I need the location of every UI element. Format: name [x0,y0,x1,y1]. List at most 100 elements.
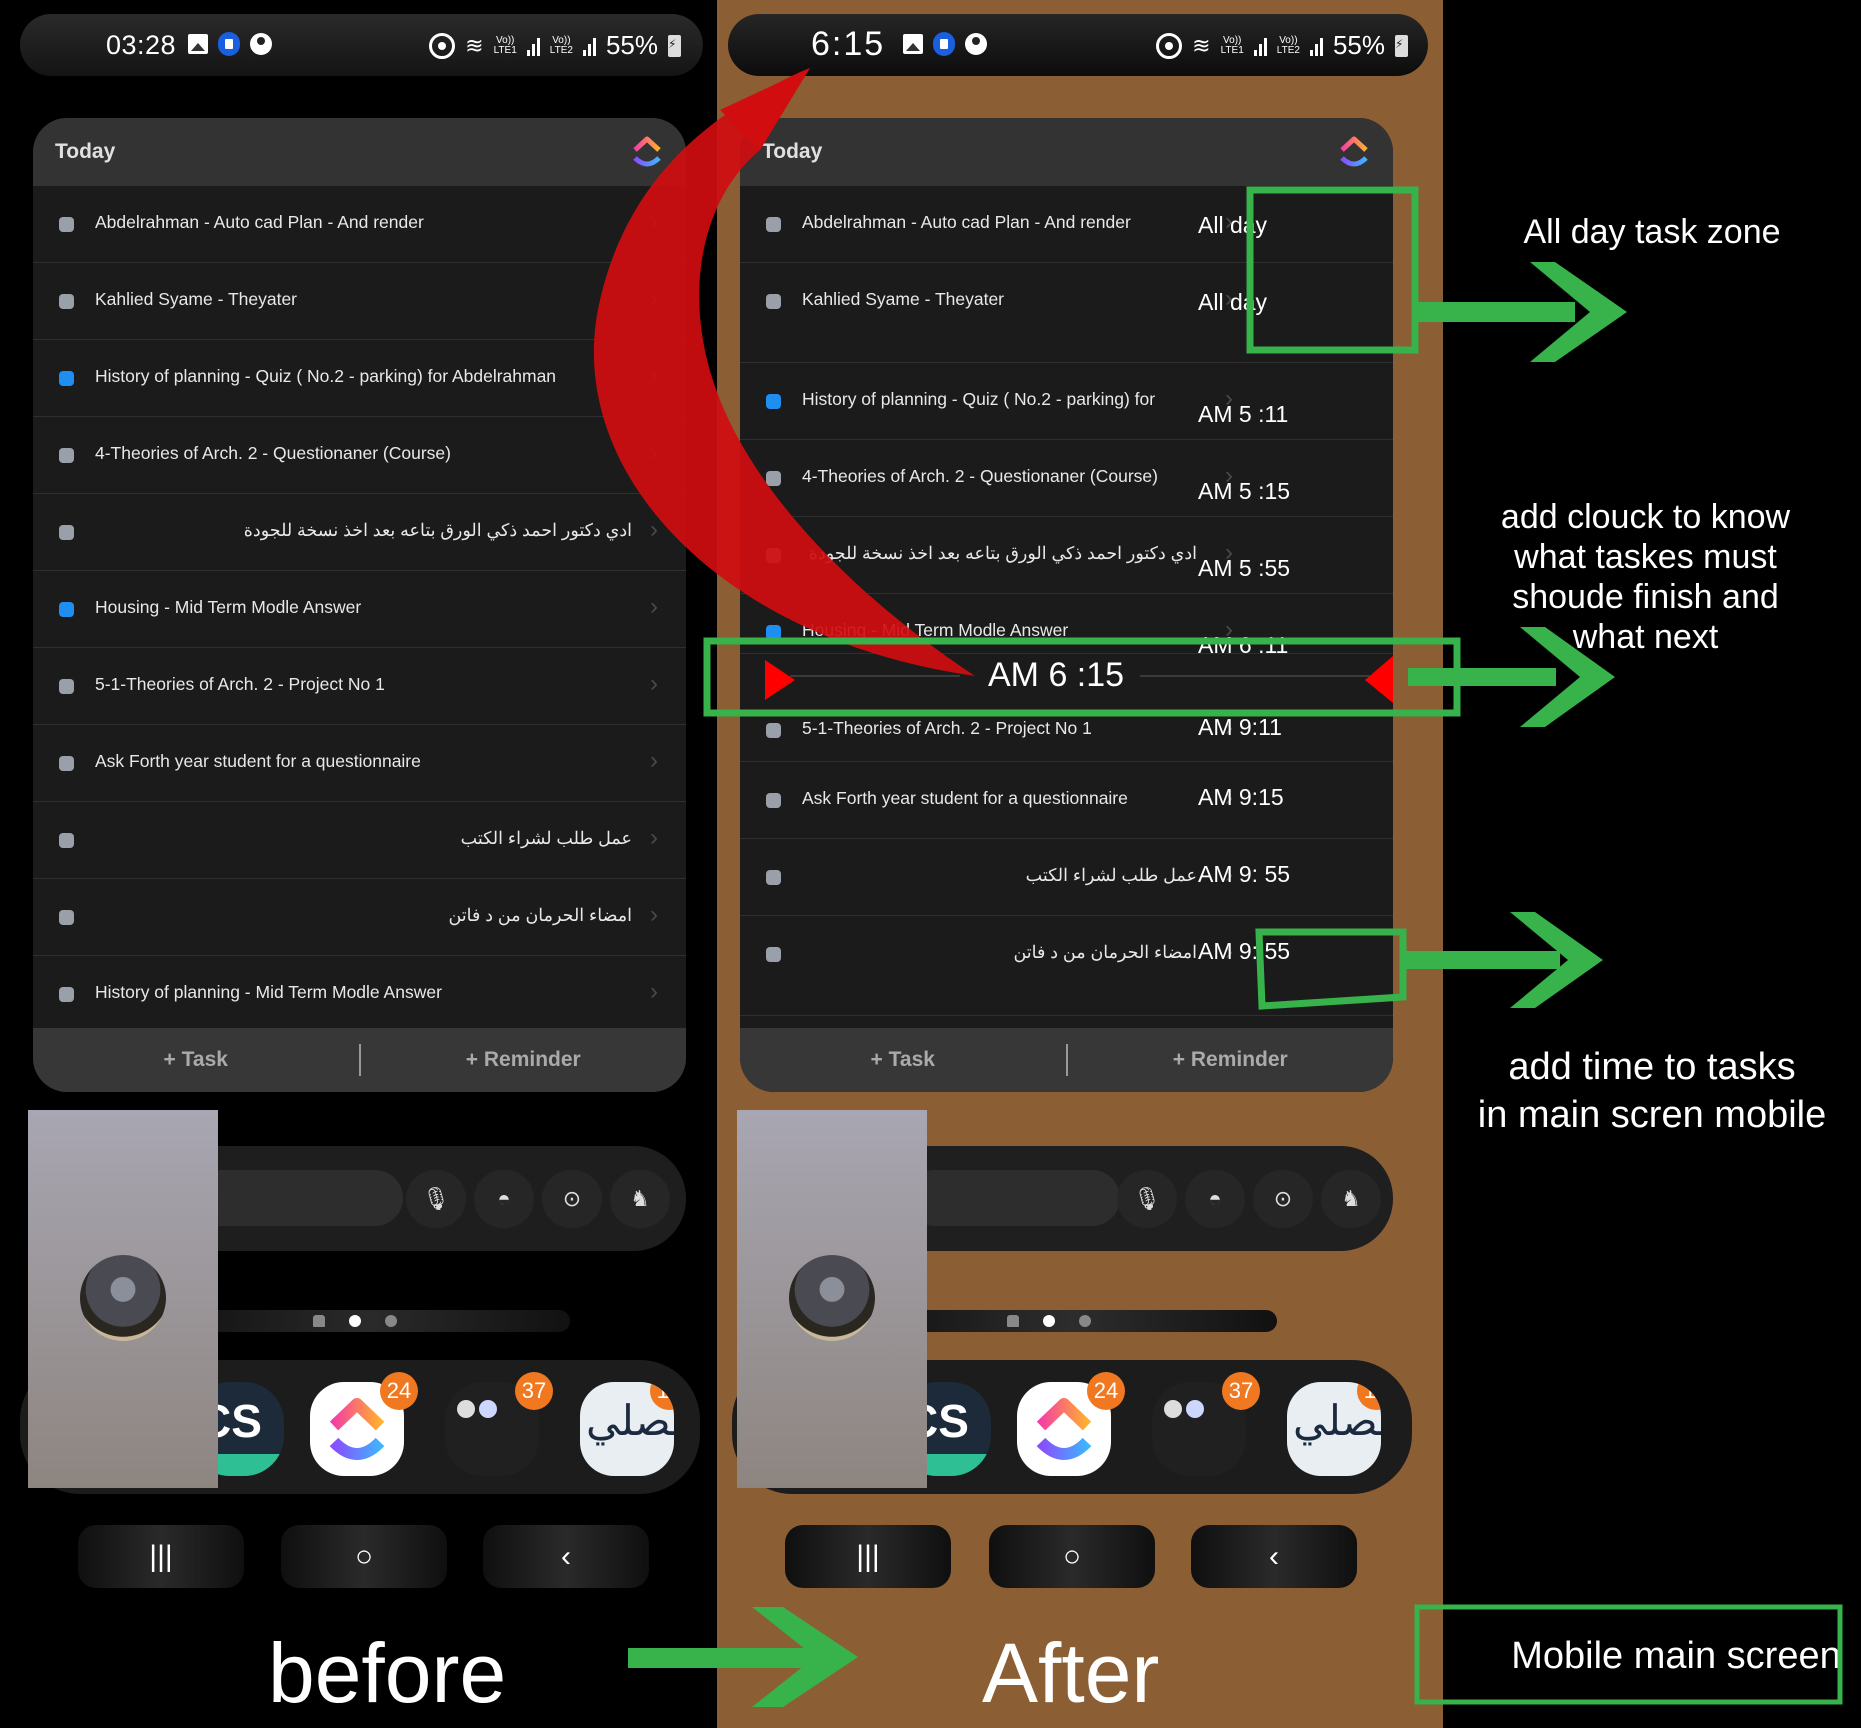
page-dot[interactable] [1079,1315,1091,1327]
search-widget: 🎙 ◓ ⊙ ♞ [150,1146,686,1251]
recents-button[interactable]: ||| [785,1525,951,1588]
task-row[interactable]: امضاء الحرمان من د فاتن › AM 9: 55 [740,916,1393,1016]
task-row[interactable]: عمل طلب لشراء الكتب › [33,802,686,879]
task-checkbox[interactable] [59,448,74,463]
add-task-button[interactable]: + Task [740,1048,1066,1072]
wifi-icon: ≋ [1192,32,1211,58]
add-reminder-button[interactable]: + Reminder [361,1048,687,1072]
task-checkbox[interactable] [59,371,74,386]
task-row[interactable]: History of planning - Mid Term Modle Ans… [33,956,686,1033]
task-label: History of planning - Quiz ( No.2 - park… [95,366,557,386]
add-task-button[interactable]: + Task [33,1048,359,1072]
task-row[interactable]: Ask Forth year student for a questionnai… [740,762,1393,839]
task-checkbox[interactable] [766,793,781,808]
task-checkbox[interactable] [766,394,781,409]
clickup-logo-icon[interactable] [1337,134,1371,170]
chevron-right-icon[interactable]: › [650,670,658,698]
battery-percent: 55% [605,30,658,60]
task-checkbox[interactable] [766,294,781,309]
task-row[interactable]: 4-Theories of Arch. 2 - Questionaner (Co… [33,417,686,494]
home-button[interactable]: ○ [989,1525,1155,1588]
chevron-right-icon[interactable]: › [650,901,658,929]
task-row[interactable]: عمل طلب لشراء الكتب › AM 9: 55 [740,839,1393,916]
task-row[interactable]: Abdelrahman - Auto cad Plan - And render… [740,186,1393,263]
task-time: AM 9:11 [1198,714,1282,740]
task-row[interactable]: Housing - Mid Term Modle Answer › [33,571,686,648]
task-checkbox[interactable] [59,217,74,232]
incognito-icon[interactable]: ◓ [1185,1170,1245,1228]
add-reminder-button[interactable]: + Reminder [1068,1048,1394,1072]
task-checkbox[interactable] [766,471,781,486]
task-row[interactable]: Housing - Mid Term Modle Answer › AM 6 :11 [740,594,1393,654]
task-row[interactable]: Abdelrahman - Auto cad Plan - And render… [33,186,686,263]
task-checkbox[interactable] [766,217,781,232]
page-dot[interactable] [385,1315,397,1327]
task-checkbox[interactable] [59,833,74,848]
home-page-dot[interactable] [313,1315,325,1327]
lens-icon[interactable]: ⊙ [542,1170,602,1228]
page-dot-active[interactable] [1043,1315,1055,1327]
task-row[interactable]: Kahlied Syame - Theyater › [33,263,686,340]
back-button[interactable]: ‹ [483,1525,649,1588]
task-checkbox[interactable] [59,294,74,309]
task-checkbox[interactable] [766,723,781,738]
task-row[interactable]: امضاء الحرمان من د فاتن › [33,879,686,956]
arabic-calligraphy-app[interactable]: المصلي 13 [580,1382,674,1476]
task-checkbox[interactable] [59,756,74,771]
incognito-icon[interactable]: ◓ [474,1170,534,1228]
app-folder[interactable]: 37 [1152,1372,1260,1476]
back-button[interactable]: ‹ [1191,1525,1357,1588]
page-dot-active[interactable] [349,1315,361,1327]
chevron-right-icon[interactable]: › [650,593,658,621]
mic-icon[interactable]: 🎙 [406,1170,466,1228]
clickup-app[interactable]: 24 [1017,1372,1125,1476]
task-checkbox[interactable] [59,602,74,617]
task-row[interactable]: ادي دكتور احمد ذكي الورق بتاعه بعد اخذ ن… [33,494,686,571]
today-widget: Today Abdelrahman - Auto cad Plan - And … [33,118,686,1092]
arabic-calligraphy-app[interactable]: المصلي 13 [1287,1382,1381,1476]
task-row[interactable]: 5-1-Theories of Arch. 2 - Project No 1 › A… [740,692,1393,762]
clickup-app[interactable]: 24 [310,1372,418,1476]
task-list: Abdelrahman - Auto cad Plan - And render… [33,186,686,1033]
task-time: AM 9:15 [1198,784,1284,810]
task-row[interactable]: 5-1-Theories of Arch. 2 - Project No 1 › [33,648,686,725]
task-checkbox[interactable] [766,870,781,885]
app-folder[interactable]: 37 [445,1372,553,1476]
home-button[interactable]: ○ [281,1525,447,1588]
lens-icon[interactable]: ⊙ [1253,1170,1313,1228]
task-row[interactable]: ادي دكتور احمد ذكي الورق بتاعه بعد اخذ ن… [740,517,1393,594]
task-checkbox[interactable] [59,525,74,540]
chevron-right-icon[interactable]: › [650,824,658,852]
task-row[interactable]: History of planning - Quiz ( No.2 - park… [33,340,686,417]
search-input[interactable] [190,1170,403,1226]
chevron-right-icon[interactable]: › [650,362,658,390]
task-checkbox[interactable] [766,625,781,640]
mic-icon[interactable]: 🎙 [1117,1170,1177,1228]
home-page-dot[interactable] [1007,1315,1019,1327]
dino-icon[interactable]: ♞ [1321,1170,1381,1228]
before-caption: before [268,1626,507,1720]
task-list: Abdelrahman - Auto cad Plan - And render… [740,186,1393,1016]
search-input[interactable] [907,1170,1120,1226]
chevron-right-icon[interactable]: › [650,747,658,775]
task-row[interactable]: Kahlied Syame - Theyater › All day [740,263,1393,363]
status-time: 03:28 [106,30,177,60]
all-day-zone-note: All day task zone [1523,213,1781,251]
dino-icon[interactable]: ♞ [610,1170,670,1228]
task-checkbox[interactable] [59,910,74,925]
chevron-right-icon[interactable]: › [650,285,658,313]
task-checkbox[interactable] [766,548,781,563]
chevron-right-icon[interactable]: › [650,516,658,544]
task-checkbox[interactable] [59,987,74,1002]
task-row[interactable]: Ask Forth year student for a questionnai… [33,725,686,802]
recents-button[interactable]: ||| [78,1525,244,1588]
task-row[interactable]: History of planning - Quiz ( No.2 - park… [740,363,1393,440]
clickup-logo-icon[interactable] [630,134,664,170]
chevron-right-icon[interactable]: › [650,439,658,467]
task-row[interactable]: 4-Theories of Arch. 2 - Questionaner (Co… [740,440,1393,517]
widget-title: Today [55,140,116,163]
task-checkbox[interactable] [59,679,74,694]
chevron-right-icon[interactable]: › [650,978,658,1006]
chevron-right-icon[interactable]: › [650,208,658,236]
task-checkbox[interactable] [766,947,781,962]
